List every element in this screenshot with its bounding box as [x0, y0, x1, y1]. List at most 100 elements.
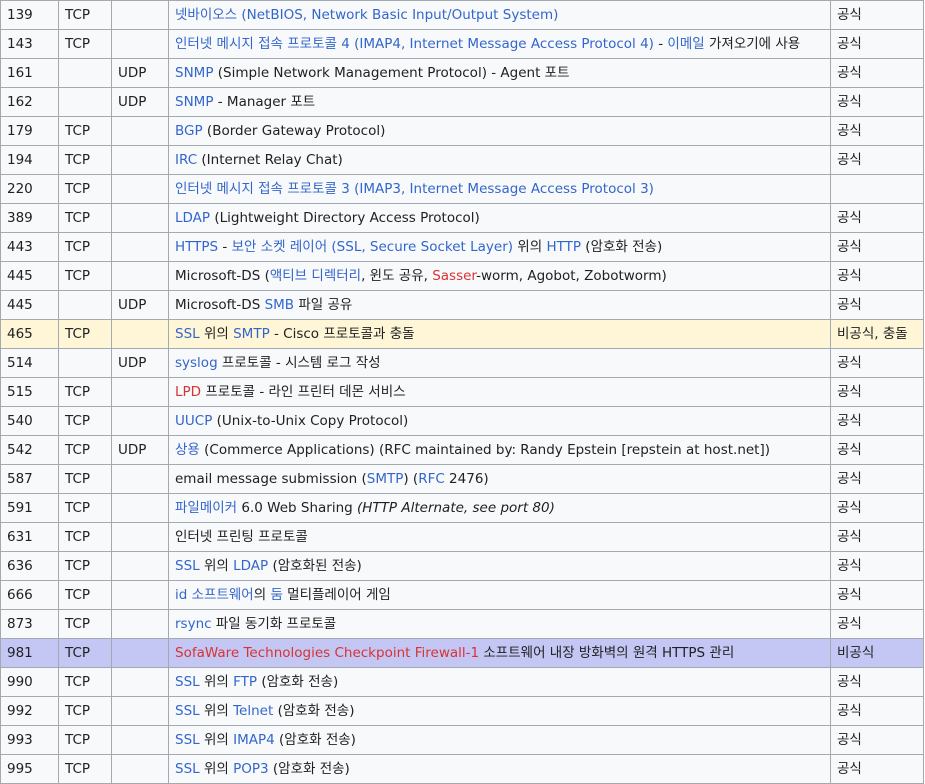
port-number-cell: 143 — [0, 29, 59, 59]
udp-cell — [111, 116, 169, 146]
wiki-link[interactable]: Telnet — [233, 703, 273, 719]
wiki-link[interactable]: SMTP — [233, 326, 270, 342]
table-row: 631 TCP 인터넷 프린팅 프로토콜 공식 — [0, 522, 924, 552]
description-text: ) ( — [403, 471, 419, 487]
status-cell — [830, 174, 924, 204]
port-number-cell: 990 — [0, 667, 59, 697]
table-row: 981 TCP SofaWare Technologies Checkpoint F… — [0, 638, 924, 668]
wiki-link[interactable]: LDAP — [175, 210, 210, 226]
wiki-link[interactable]: SSL — [175, 761, 200, 777]
wiki-link[interactable]: 파일메이커 — [175, 500, 237, 516]
wiki-link[interactable]: SSL — [175, 558, 200, 574]
wiki-link[interactable]: IMAP4 — [233, 732, 275, 748]
status-cell: 공식 — [830, 609, 924, 639]
description-text: 멀티플레이어 게임 — [282, 587, 391, 603]
wiki-link[interactable]: SNMP — [175, 94, 213, 110]
description-text: (Internet Relay Chat) — [197, 152, 343, 168]
udp-cell — [111, 464, 169, 494]
udp-cell — [111, 203, 169, 233]
wiki-link[interactable]: LDAP — [233, 558, 268, 574]
port-number-cell: 981 — [0, 638, 59, 668]
wiki-link[interactable]: syslog — [175, 355, 218, 371]
wiki-link[interactable]: POP3 — [233, 761, 269, 777]
description-cell: LPD 프로토콜 - 라인 프린터 데몬 서비스 — [168, 377, 831, 407]
wiki-red-link[interactable]: LPD — [175, 384, 201, 400]
wiki-link[interactable]: 둠 — [270, 587, 282, 603]
description-text: (암호화 전송) — [268, 761, 350, 777]
tcp-cell: TCP — [58, 551, 112, 581]
wiki-link[interactable]: 인터넷 메시지 접속 프로토콜 3 (IMAP3, Internet Messa… — [175, 181, 654, 197]
description-text: (Simple Network Management Protocol) - A… — [213, 65, 570, 81]
wiki-link[interactable]: 액티브 디렉터리 — [270, 268, 361, 284]
wiki-link[interactable]: FTP — [233, 674, 257, 690]
description-cell: id 소프트웨어의 둠 멀티플레이어 게임 — [168, 580, 831, 610]
port-table: 139 TCP 넷바이오스 (NetBIOS, Network Basic Inpu… — [0, 0, 924, 784]
wiki-link[interactable]: 상용 — [175, 442, 200, 458]
tcp-cell — [58, 58, 112, 88]
udp-cell: UDP — [111, 87, 169, 117]
tcp-cell: TCP — [58, 261, 112, 291]
tcp-cell: TCP — [58, 145, 112, 175]
wiki-link[interactable]: SSL — [175, 326, 200, 342]
port-number-cell: 636 — [0, 551, 59, 581]
tcp-cell — [58, 348, 112, 378]
description-cell: 파일메이커 6.0 Web Sharing (HTTP Alternate, s… — [168, 493, 831, 523]
wiki-link[interactable]: SSL — [175, 674, 200, 690]
wiki-red-link[interactable]: Sasser — [432, 268, 476, 284]
wiki-red-link[interactable]: SofaWare Technologies Checkpoint Firewal… — [175, 645, 479, 661]
description-text: (암호화된 전송) — [268, 558, 362, 574]
description-text: 2476) — [444, 471, 489, 487]
status-cell: 공식 — [830, 522, 924, 552]
description-text: 프로토콜 - 라인 프린터 데몬 서비스 — [201, 384, 406, 400]
description-cell: HTTPS - 보안 소켓 레이어 (SSL, Secure Socket La… — [168, 232, 831, 262]
wiki-link[interactable]: 넷바이오스 (NetBIOS, Network Basic Input/Outp… — [175, 7, 558, 23]
table-row: 995 TCP SSL 위의 POP3 (암호화 전송) 공식 — [0, 754, 924, 784]
udp-cell — [111, 580, 169, 610]
table-row: 873 TCP rsync 파일 동기화 프로토콜 공식 — [0, 609, 924, 639]
port-number-cell: 220 — [0, 174, 59, 204]
wiki-link[interactable]: 보안 소켓 레이어 (SSL, Secure Socket Layer) — [232, 239, 513, 255]
tcp-cell: TCP — [58, 725, 112, 755]
tcp-cell — [58, 290, 112, 320]
wiki-link[interactable]: UUCP — [175, 413, 212, 429]
port-number-cell: 515 — [0, 377, 59, 407]
wiki-link[interactable]: HTTPS — [175, 239, 218, 255]
udp-cell — [111, 29, 169, 59]
udp-cell — [111, 725, 169, 755]
wiki-link[interactable]: 이메일 — [667, 36, 704, 52]
status-cell: 공식 — [830, 580, 924, 610]
table-row: 542 TCP UDP 상용 (Commerce Applications) (RFC… — [0, 435, 924, 465]
port-number-cell: 514 — [0, 348, 59, 378]
description-cell: syslog 프로토콜 - 시스템 로그 작성 — [168, 348, 831, 378]
description-text: - — [218, 239, 232, 255]
port-number-cell: 445 — [0, 261, 59, 291]
description-text: -worm, Agobot, Zobotworm) — [476, 268, 667, 284]
description-text: 위의 — [199, 732, 234, 748]
port-number-cell: 179 — [0, 116, 59, 146]
wiki-link[interactable]: HTTP — [546, 239, 581, 255]
wiki-link[interactable]: 인터넷 메시지 접속 프로토콜 4 (IMAP4, Internet Messa… — [175, 36, 654, 52]
status-cell: 공식 — [830, 203, 924, 233]
description-cell: Microsoft-DS (액티브 디렉터리, 윈도 공유, Sasser-wo… — [168, 261, 831, 291]
wiki-link[interactable]: SNMP — [175, 65, 213, 81]
tcp-cell: TCP — [58, 0, 112, 30]
description-text: Microsoft-DS ( — [175, 268, 270, 284]
description-text: (Commerce Applications) (RFC maintained … — [199, 442, 771, 458]
wiki-link[interactable]: IRC — [175, 152, 197, 168]
description-text: (암호화 전송) — [581, 239, 663, 255]
status-cell: 공식 — [830, 58, 924, 88]
wiki-link[interactable]: BGP — [175, 123, 203, 139]
wiki-link[interactable]: rsync — [175, 616, 212, 632]
description-text: (암호화 전송) — [274, 732, 356, 748]
wiki-link[interactable]: id 소프트웨어 — [175, 587, 254, 603]
table-row: 445 TCP Microsoft-DS (액티브 디렉터리, 윈도 공유, Sas… — [0, 261, 924, 291]
udp-cell — [111, 319, 169, 349]
tcp-cell: TCP — [58, 406, 112, 436]
wiki-link[interactable]: SMTP — [367, 471, 404, 487]
wiki-link[interactable]: RFC — [418, 471, 445, 487]
wiki-link[interactable]: SSL — [175, 703, 200, 719]
wiki-link[interactable]: SSL — [175, 732, 200, 748]
status-cell: 공식 — [830, 145, 924, 175]
description-text: , 윈도 공유, — [361, 268, 433, 284]
wiki-link[interactable]: SMB — [265, 297, 294, 313]
